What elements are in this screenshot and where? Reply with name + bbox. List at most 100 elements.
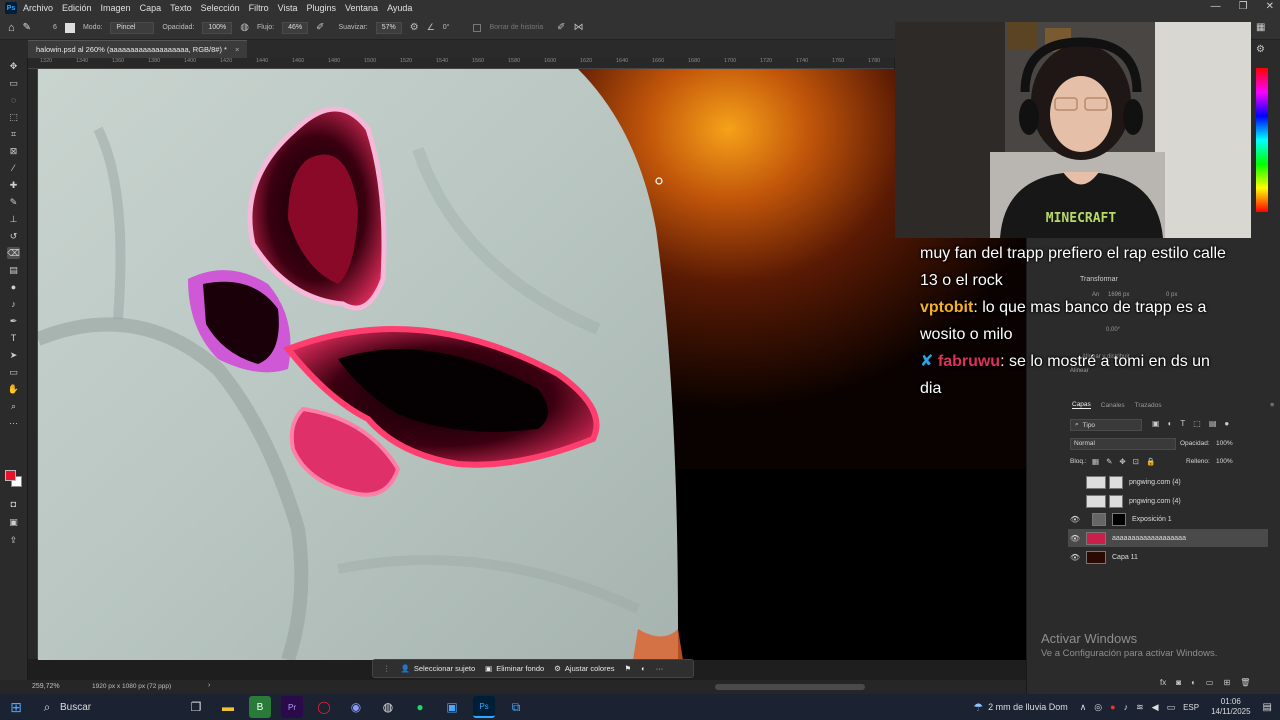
menu-texto[interactable]: Texto [170,3,192,13]
mode-select[interactable]: Pincel [110,21,155,34]
app-b-icon[interactable]: B [249,696,271,718]
color-spectrum[interactable] [1256,68,1268,212]
foreground-color-swatch[interactable] [5,470,16,481]
tray-app-icon[interactable]: ◎ [1094,702,1102,713]
layer-filter-select[interactable]: ⌕ Tipo [1070,419,1142,431]
filter-toggle-icon[interactable]: ● [1224,419,1229,428]
filter-adjustment-icon[interactable]: ◐ [1168,419,1173,428]
home-icon[interactable]: ⌂ [8,22,15,34]
brush-size-value[interactable]: 6 [53,24,57,31]
add-mask-icon[interactable]: ◙ [1176,678,1181,687]
language-indicator[interactable]: ESP [1183,703,1199,712]
new-layer-icon[interactable]: ⊞ [1223,678,1230,687]
layer-row[interactable]: pngwing.com (4) [1068,492,1268,510]
taskbar-search-icon[interactable]: ⌕ [36,696,58,718]
close-tab-icon[interactable]: × [235,45,239,54]
new-group-icon[interactable]: ▭ [1206,678,1214,687]
lasso-tool-icon[interactable]: ◌ [7,94,20,106]
mask-icon[interactable]: ◐ [641,664,646,673]
task-view-icon[interactable]: ❐ [185,696,207,718]
layer-row[interactable]: pngwing.com (4) [1068,473,1268,491]
select-subject-button[interactable]: 👤 Seleccionar sujeto [401,664,476,673]
lock-brush-icon[interactable]: ✎ [1106,457,1112,466]
eraser-tool-icon[interactable]: ✎ [23,22,31,33]
discord-icon[interactable]: ◉ [345,696,367,718]
volume-icon[interactable]: ◀ [1152,702,1159,713]
new-adjustment-icon[interactable]: ◐ [1191,678,1196,687]
blur-tool-icon[interactable]: ● [7,281,20,293]
pressure-opacity-icon[interactable]: ◍ [240,22,249,33]
adjust-colors-button[interactable]: ⚙ Ajustar colores [554,664,614,673]
smooth-field[interactable]: 57% [375,21,402,34]
document-tab[interactable]: halowin.psd al 260% (aaaaaaaaaaaaaaaaaaa… [28,40,248,58]
history-checkbox[interactable] [473,23,482,32]
notification-icon[interactable]: ▤ [1263,702,1272,713]
airbrush-icon[interactable]: ✐ [316,22,324,33]
brush-tool-icon[interactable]: ✎ [7,196,20,208]
menu-edicion[interactable]: Edición [62,3,92,13]
premiere-icon[interactable]: Pr [281,696,303,718]
history-brush-icon[interactable]: ↺ [7,230,20,242]
share-icon[interactable]: ⇪ [7,534,20,546]
document-info[interactable]: 1920 px x 1080 px (72 ppp) [92,683,171,690]
type-tool-icon[interactable]: T [7,332,20,344]
status-arrow-icon[interactable]: › [208,682,210,689]
opacity-field[interactable]: 100% [202,21,233,34]
menu-capa[interactable]: Capa [140,3,162,13]
angle-field[interactable]: 0° [443,24,450,31]
layer-row[interactable]: 👁 Exposición 1 [1068,510,1268,528]
layer-opacity-value[interactable]: 100% [1216,440,1233,447]
layer-row[interactable]: 👁 Capa 11 [1068,548,1268,566]
weather-label[interactable]: 2 mm de lluvia Dom [988,702,1068,712]
menu-plugins[interactable]: Plugins [307,3,337,13]
menu-filtro[interactable]: Filtro [249,3,269,13]
menu-ayuda[interactable]: Ayuda [387,3,412,13]
gear-icon[interactable]: ⚙ [410,22,419,33]
tray-mic-icon[interactable]: ♪ [1124,702,1129,712]
rectangle-tool-icon[interactable]: ▭ [7,366,20,378]
symmetry-icon[interactable]: ⋈ [574,22,584,33]
tab-trazados[interactable]: Trazados [1135,402,1162,409]
opera-icon[interactable]: ◯ [313,696,335,718]
healing-brush-icon[interactable]: ✚ [7,179,20,191]
panel-icon-2[interactable]: ⚙ [1256,44,1265,55]
drag-handle-icon[interactable]: ⋮ [383,664,391,673]
quick-mask-icon[interactable]: ◘ [7,498,20,510]
minimize-icon[interactable]: — [1211,1,1221,12]
filter-smart-icon[interactable]: ▤ [1209,419,1217,428]
menu-imagen[interactable]: Imagen [101,3,131,13]
fx-icon[interactable]: fx [1160,678,1166,687]
blend-mode-select[interactable]: Normal [1070,438,1176,450]
crop-tool-icon[interactable]: ⌗ [7,128,20,140]
lock-artboard-icon[interactable]: ⊡ [1133,457,1139,466]
photoshop-taskbar-icon[interactable]: Ps [473,696,495,718]
wifi-icon[interactable]: ≋ [1136,702,1144,713]
artboard-tool-icon[interactable]: ▭ [7,77,20,89]
eye-icon[interactable]: 👁 [1068,553,1082,562]
lock-all-icon[interactable]: 🔒 [1146,457,1155,466]
object-select-icon[interactable]: ⬚ [7,111,20,123]
panel-menu-icon[interactable]: ≡ [1270,402,1274,409]
gradient-tool-icon[interactable]: ▤ [7,264,20,276]
file-explorer-icon[interactable]: ▬ [217,696,239,718]
close-icon[interactable]: ✕ [1266,1,1274,12]
eye-icon[interactable]: 👁 [1068,534,1082,543]
remove-background-button[interactable]: ▣ Eliminar fondo [485,664,544,673]
eyedropper-icon[interactable]: ⁄ [7,162,20,174]
tab-capas[interactable]: Capas [1072,401,1091,409]
path-select-icon[interactable]: ➤ [7,349,20,361]
app-taskbar-icon[interactable]: ⧉ [505,696,527,718]
pressure-size-icon[interactable]: ✐ [557,22,565,33]
eye-icon[interactable]: 👁 [1068,515,1082,524]
menu-vista[interactable]: Vista [278,3,298,13]
brush-panel-icon[interactable] [64,22,75,33]
flag-icon[interactable]: ⚑ [625,664,632,673]
filter-type-icon[interactable]: T [1180,419,1185,428]
menu-seleccion[interactable]: Selección [201,3,240,13]
screen-mode-icon[interactable]: ▣ [7,516,20,528]
frame-tool-icon[interactable]: ⊠ [7,145,20,157]
panel-icon-1[interactable]: ▦ [1256,22,1265,33]
menu-ventana[interactable]: Ventana [345,3,378,13]
hand-tool-icon[interactable]: ✋ [7,383,20,395]
tray-arrow-icon[interactable]: ∧ [1080,702,1087,713]
